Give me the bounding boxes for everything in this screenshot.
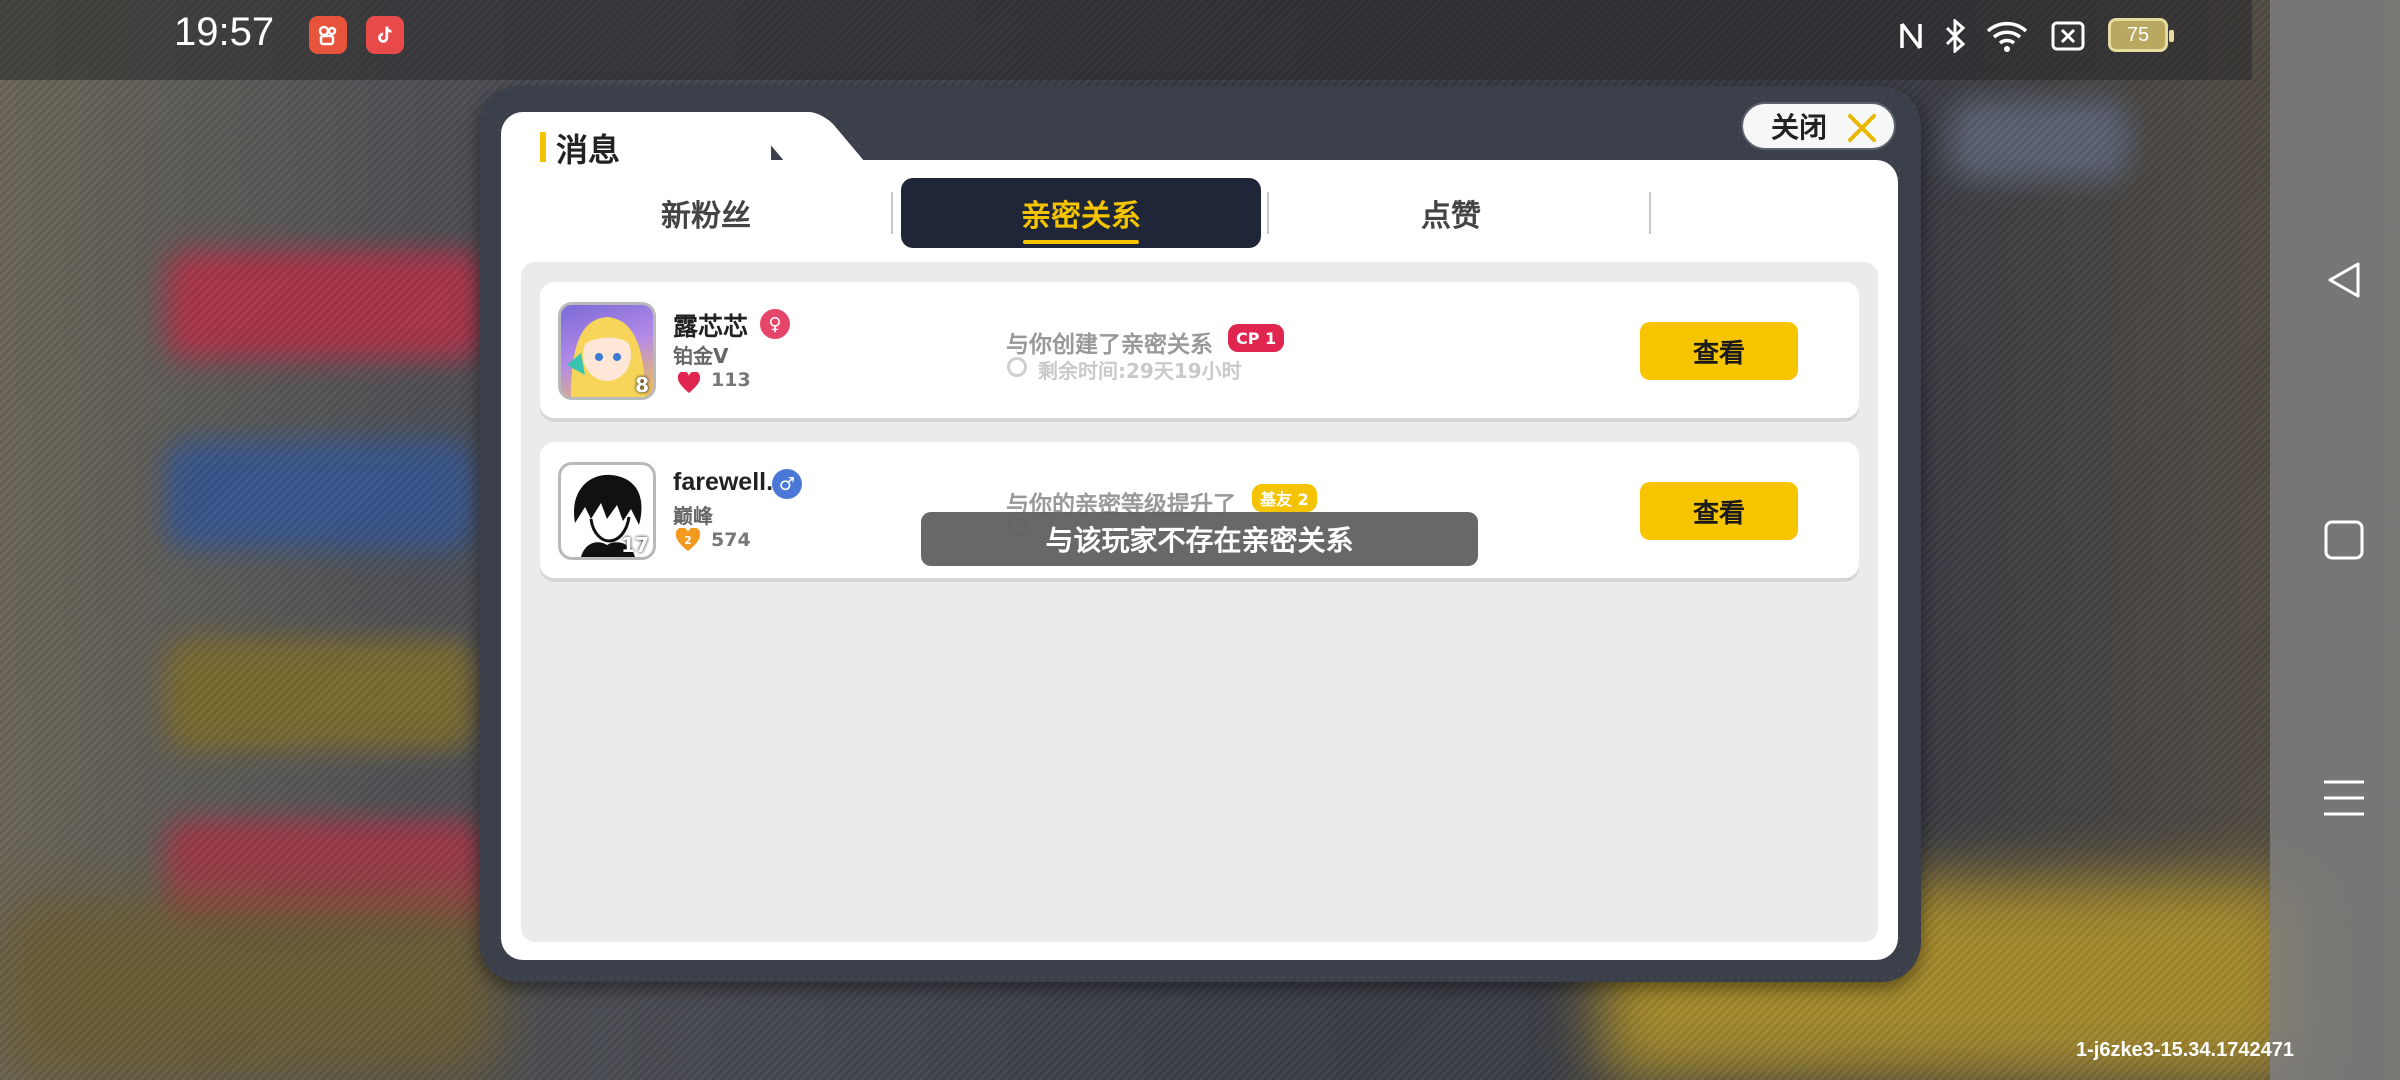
intimacy-value: 113	[711, 369, 751, 391]
tab-divider	[1649, 192, 1651, 234]
battery-icon: 75	[2108, 18, 2174, 52]
avatar-level: 17	[621, 533, 649, 557]
back-icon[interactable]	[2322, 258, 2366, 302]
view-button[interactable]: 查看	[1640, 322, 1798, 380]
tab-divider	[891, 192, 893, 234]
avatar-level: 8	[635, 373, 649, 397]
user-id-watermark: 1-j6zke3-15.34.1742471	[2076, 1039, 2294, 1061]
wifi-icon	[1984, 18, 2030, 54]
menu-icon[interactable]	[2322, 776, 2366, 820]
nfc-icon	[1896, 18, 1926, 54]
home-icon[interactable]	[2322, 518, 2366, 562]
male-icon: ♂	[772, 469, 802, 499]
close-icon	[1848, 114, 1876, 142]
orange-heart-icon: 2	[675, 528, 701, 551]
female-icon: ♀	[760, 309, 790, 339]
tab-divider	[1267, 192, 1269, 234]
player-rank: 巅峰	[673, 504, 713, 528]
toast-message: 与该玩家不存在亲密关系	[921, 512, 1478, 566]
avatar[interactable]: 17	[558, 462, 656, 560]
player-name: farewell.	[673, 468, 774, 496]
dialog-title: 消息	[556, 131, 621, 169]
tab-intimate-relationship[interactable]: 亲密关系	[901, 178, 1261, 248]
tab-new-fans[interactable]: 新粉丝	[521, 178, 891, 248]
remaining-time: 剩余时间:29天19小时	[1038, 359, 1242, 383]
close-label: 关闭	[1771, 111, 1828, 144]
relationship-badge: 基友 2	[1252, 484, 1317, 512]
kuaishou-icon	[309, 16, 347, 54]
tab-bar: 新粉丝 亲密关系 点赞	[521, 178, 1878, 250]
douyin-icon	[366, 16, 404, 54]
avatar[interactable]: 8	[558, 302, 656, 400]
heart-icon	[677, 372, 701, 393]
title-accent-bar	[540, 132, 546, 162]
intimacy-value: 574	[711, 529, 751, 551]
relationship-badge: CP 1	[1228, 324, 1285, 352]
tab-likes[interactable]: 点赞	[1271, 178, 1631, 248]
clock-icon	[1007, 357, 1027, 377]
view-button[interactable]: 查看	[1640, 482, 1798, 540]
svg-text:2: 2	[684, 534, 692, 547]
sim-off-icon	[2050, 18, 2086, 54]
close-button[interactable]: 关闭	[1741, 102, 1896, 150]
battery-level: 75	[2126, 23, 2150, 46]
bluetooth-icon	[1940, 18, 1970, 54]
status-time: 19:57	[174, 10, 275, 54]
player-name: 露芯芯	[673, 312, 749, 341]
player-rank: 铂金V	[673, 344, 729, 368]
message-text: 与你创建了亲密关系	[1006, 332, 1213, 358]
status-bar: 19:57 75	[0, 0, 2252, 80]
